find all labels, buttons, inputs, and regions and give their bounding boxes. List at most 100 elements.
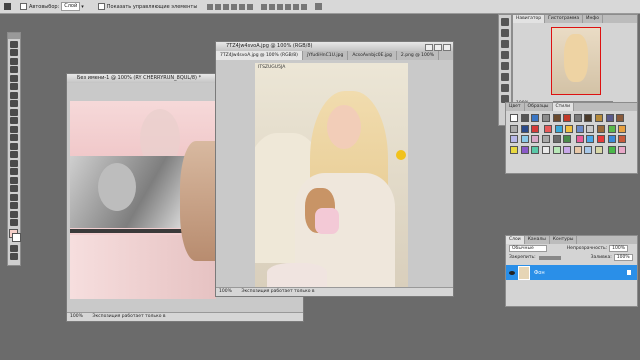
move-tool-icon[interactable] (4, 3, 11, 10)
style-swatch[interactable] (595, 114, 604, 123)
adjustments-panel-icon[interactable] (501, 40, 509, 48)
lasso-tool-icon[interactable] (10, 57, 18, 65)
clone-stamp-tool-icon[interactable] (10, 108, 18, 116)
distribute-buttons-group[interactable] (261, 3, 308, 10)
tab-info[interactable]: Инфо (583, 15, 604, 23)
dodge-tool-icon[interactable] (10, 151, 18, 158)
shape-tool-icon[interactable] (10, 185, 18, 192)
style-swatch[interactable] (607, 135, 616, 144)
style-swatch[interactable] (542, 135, 551, 144)
crop-tool-icon[interactable] (10, 74, 18, 82)
style-swatch[interactable] (575, 124, 584, 133)
style-swatch[interactable] (531, 146, 540, 155)
style-swatch[interactable] (510, 135, 519, 144)
style-swatch[interactable] (563, 135, 572, 144)
tab-color[interactable]: Цвет (506, 103, 525, 111)
tab-doc-3[interactable]: AcsoAvnbjc0E.jpg (348, 51, 397, 60)
style-swatch[interactable] (531, 124, 540, 133)
style-swatch[interactable] (531, 114, 540, 123)
3d-orbit-tool-icon[interactable] (10, 202, 18, 209)
style-swatch[interactable] (520, 114, 529, 123)
blur-tool-icon[interactable] (10, 142, 18, 150)
lock-icons[interactable] (538, 255, 561, 260)
style-swatch[interactable] (563, 114, 572, 123)
style-swatch[interactable] (552, 146, 561, 155)
gradient-tool-icon[interactable] (10, 134, 18, 141)
eyedropper-tool-icon[interactable] (10, 83, 18, 90)
tab-swatches[interactable]: Образцы (525, 103, 553, 111)
zoom-level-front[interactable]: 100% (219, 289, 232, 294)
style-swatch[interactable] (607, 124, 616, 133)
minimize-button[interactable] (425, 44, 433, 51)
quick-select-tool-icon[interactable] (10, 66, 18, 73)
canvas-back[interactable] (70, 101, 216, 299)
tab-doc-4[interactable]: 2.png @ 100% (397, 51, 440, 60)
actions-panel-icon[interactable] (501, 29, 509, 37)
path-select-tool-icon[interactable] (10, 176, 18, 184)
align-buttons-group[interactable] (207, 3, 254, 10)
pen-tool-icon[interactable] (10, 159, 18, 167)
style-swatch[interactable] (573, 114, 582, 123)
layer-select-dropdown[interactable]: Слой (61, 2, 81, 11)
navigator-thumbnail[interactable] (551, 27, 601, 95)
style-swatch[interactable] (554, 124, 563, 133)
tab-doc-2[interactable]: jYfudiHnC1U.jpg (303, 51, 349, 60)
close-button[interactable] (443, 44, 451, 51)
tab-layers[interactable]: Слои (506, 236, 525, 244)
hand-tool-icon[interactable] (10, 210, 18, 218)
style-swatch[interactable] (520, 146, 529, 155)
style-swatch[interactable] (605, 114, 614, 123)
brush-panel-icon[interactable] (501, 62, 509, 70)
style-swatch[interactable] (616, 114, 625, 123)
style-swatch[interactable] (531, 135, 540, 144)
3d-rotate-tool-icon[interactable] (10, 193, 18, 201)
style-swatch[interactable] (573, 146, 582, 155)
auto-align-button[interactable] (315, 3, 323, 10)
style-swatch[interactable] (607, 146, 616, 155)
tab-navigator[interactable]: Навигатор (513, 15, 546, 23)
style-swatch[interactable] (510, 124, 519, 133)
quick-mask-icon[interactable] (10, 244, 18, 252)
clone-source-panel-icon[interactable] (501, 73, 509, 81)
style-swatch[interactable] (595, 146, 604, 155)
style-swatch[interactable] (552, 135, 561, 144)
style-swatch[interactable] (520, 135, 529, 144)
document-title-front[interactable]: 7TZ4Jw4svoA.jpg @ 100% (RGB/8) (216, 42, 453, 51)
tab-histogram[interactable]: Гистограмма (545, 15, 584, 23)
move-tool-icon[interactable] (10, 40, 18, 48)
style-swatch[interactable] (584, 114, 593, 123)
style-swatch[interactable] (520, 124, 529, 133)
history-brush-tool-icon[interactable] (10, 117, 18, 124)
style-swatch[interactable] (542, 114, 551, 123)
maximize-button[interactable] (434, 44, 442, 51)
zoom-level-back[interactable]: 100% (70, 314, 83, 319)
marquee-tool-icon[interactable] (10, 49, 18, 56)
style-swatch[interactable] (618, 124, 627, 133)
fill-value[interactable]: 100% (613, 254, 633, 261)
type-tool-icon[interactable] (10, 168, 18, 175)
style-swatch[interactable] (552, 114, 561, 123)
style-swatch[interactable] (544, 124, 552, 133)
style-swatch[interactable] (596, 124, 605, 133)
style-swatch[interactable] (510, 146, 519, 155)
style-swatch[interactable] (596, 135, 605, 144)
tab-styles[interactable]: Стили (552, 103, 574, 111)
opacity-value[interactable]: 100% (609, 245, 629, 252)
style-swatch[interactable] (586, 135, 595, 144)
style-swatch[interactable] (565, 124, 574, 133)
style-swatch[interactable] (618, 146, 627, 155)
auto-select-checkbox[interactable] (20, 3, 27, 10)
style-swatch[interactable] (584, 146, 593, 155)
canvas-front[interactable]: ITSZUGU5JA (255, 63, 408, 287)
brush-tool-icon[interactable] (10, 100, 18, 107)
tab-channels[interactable]: Каналы (525, 236, 550, 244)
zoom-tool-icon[interactable] (10, 219, 18, 226)
healing-brush-tool-icon[interactable] (10, 91, 18, 99)
history-panel-icon[interactable] (501, 18, 509, 26)
style-swatch[interactable] (575, 135, 584, 144)
screen-mode-icon[interactable] (10, 253, 18, 260)
character-panel-icon[interactable] (501, 84, 509, 92)
style-swatch[interactable] (618, 135, 627, 144)
style-swatch[interactable] (542, 146, 551, 155)
style-swatch[interactable] (563, 146, 572, 155)
